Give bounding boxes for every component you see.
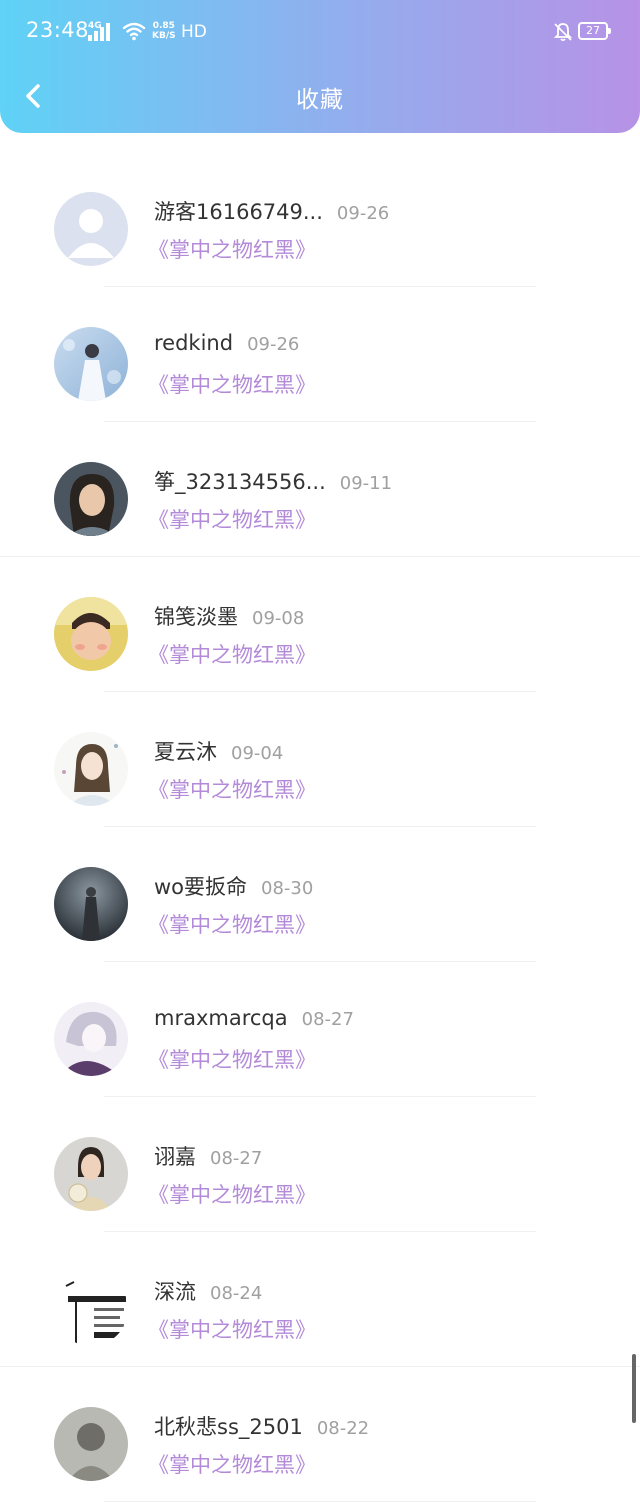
net-speed: 0.85 KB/S xyxy=(152,21,176,41)
list-item[interactable]: mraxmarcqa 08-27 《掌中之物红黑》 xyxy=(0,962,640,1097)
user-name: 北秋悲ss_2501 08-22 xyxy=(154,1411,369,1441)
favorites-list: 游客16166749... 09-26 《掌中之物红黑》 redkind 09-26… xyxy=(0,152,640,1502)
user-name-text: 锦笺淡墨 xyxy=(154,605,238,629)
item-date: 08-22 xyxy=(316,1418,370,1439)
avatar xyxy=(54,732,128,806)
user-name: 夏云沐 09-04 xyxy=(154,736,283,766)
user-name: mraxmarcqa 08-27 xyxy=(154,1006,354,1030)
user-name-text: 夏云沐 xyxy=(154,740,217,764)
book-title-link[interactable]: 《掌中之物红黑》 xyxy=(148,234,316,264)
list-item[interactable]: 诩嘉 08-27 《掌中之物红黑》 xyxy=(0,1097,640,1232)
item-date: 09-11 xyxy=(339,473,393,494)
user-name-text: redkind xyxy=(154,331,234,355)
book-title-link[interactable]: 《掌中之物红黑》 xyxy=(148,1314,316,1344)
item-date: 08-27 xyxy=(301,1009,354,1030)
user-name-text: 筝_323134556... xyxy=(154,470,326,494)
user-name: 游客16166749... 09-26 xyxy=(154,196,389,226)
list-item[interactable]: redkind 09-26 《掌中之物红黑》 xyxy=(0,287,640,422)
user-name-text: mraxmarcqa xyxy=(154,1006,288,1030)
list-item[interactable]: 深流 08-24 《掌中之物红黑》 xyxy=(0,1232,640,1367)
user-name-text: 北秋悲ss_2501 xyxy=(154,1415,303,1439)
item-date: 09-26 xyxy=(336,203,390,224)
nav-bar: 收藏 xyxy=(0,64,640,128)
bell-muted-icon xyxy=(553,23,573,42)
item-date: 09-04 xyxy=(231,743,284,764)
avatar xyxy=(54,1272,128,1346)
avatar xyxy=(54,462,128,536)
hd-label: HD xyxy=(181,22,207,42)
book-title-link[interactable]: 《掌中之物红黑》 xyxy=(148,1179,316,1209)
net-speed-unit: KB/S xyxy=(152,31,176,41)
battery-icon: 27 xyxy=(578,22,611,40)
list-item[interactable]: 锦笺淡墨 09-08 《掌中之物红黑》 xyxy=(0,557,640,692)
page-title: 收藏 xyxy=(296,87,344,113)
header: 23:48 4G 0.85 KB/S HD 27 收藏 xyxy=(0,0,640,133)
list-item[interactable]: 游客16166749... 09-26 《掌中之物红黑》 xyxy=(0,152,640,287)
user-name-text: 深流 xyxy=(154,1280,196,1304)
book-title-link[interactable]: 《掌中之物红黑》 xyxy=(148,504,316,534)
avatar xyxy=(54,1407,128,1481)
avatar xyxy=(54,1137,128,1211)
avatar xyxy=(54,597,128,671)
item-date: 09-26 xyxy=(247,334,300,355)
user-name: 深流 08-24 xyxy=(154,1276,262,1306)
book-title-link[interactable]: 《掌中之物红黑》 xyxy=(148,1044,316,1074)
user-name-text: wo要扳命 xyxy=(154,875,248,899)
list-item[interactable]: 筝_323134556... 09-11 《掌中之物红黑》 xyxy=(0,422,640,557)
book-title-link[interactable]: 《掌中之物红黑》 xyxy=(148,909,316,939)
user-name: 锦笺淡墨 09-08 xyxy=(154,601,304,631)
status-bar: 23:48 4G 0.85 KB/S HD 27 xyxy=(0,0,640,64)
item-date: 08-27 xyxy=(210,1148,263,1169)
user-name: 诩嘉 08-27 xyxy=(154,1141,262,1171)
book-title-link[interactable]: 《掌中之物红黑》 xyxy=(148,1449,316,1479)
list-item[interactable]: 夏云沐 09-04 《掌中之物红黑》 xyxy=(0,692,640,827)
net-speed-value: 0.85 xyxy=(152,21,175,31)
avatar xyxy=(54,867,128,941)
avatar xyxy=(54,1002,128,1076)
list-item[interactable]: wo要扳命 08-30 《掌中之物红黑》 xyxy=(0,827,640,962)
user-name-text: 游客16166749... xyxy=(154,200,323,224)
list-item[interactable]: 北秋悲ss_2501 08-22 《掌中之物红黑》 xyxy=(0,1367,640,1502)
user-name: redkind 09-26 xyxy=(154,331,299,355)
item-date: 08-24 xyxy=(210,1283,263,1304)
item-date: 09-08 xyxy=(252,608,305,629)
avatar xyxy=(54,327,128,401)
user-name: wo要扳命 08-30 xyxy=(154,871,313,901)
user-name: 筝_323134556... 09-11 xyxy=(154,466,392,496)
book-title-link[interactable]: 《掌中之物红黑》 xyxy=(148,369,316,399)
user-name-text: 诩嘉 xyxy=(154,1145,196,1169)
wifi-icon xyxy=(122,22,146,41)
book-title-link[interactable]: 《掌中之物红黑》 xyxy=(148,639,316,669)
signal-icon xyxy=(88,23,114,41)
scrollbar[interactable] xyxy=(632,1354,636,1423)
item-date: 08-30 xyxy=(261,878,314,899)
book-title-link[interactable]: 《掌中之物红黑》 xyxy=(148,774,316,804)
status-time: 23:48 xyxy=(26,18,90,42)
default-avatar-icon xyxy=(54,192,128,266)
